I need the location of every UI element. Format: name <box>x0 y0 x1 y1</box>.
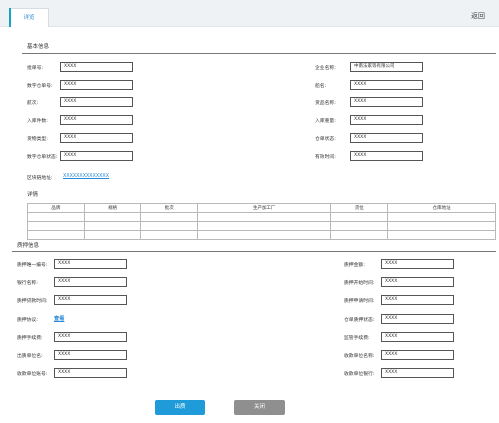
close-button[interactable]: 关闭 <box>234 400 285 415</box>
pledge-left-label-3: 质押协议: <box>17 318 38 323</box>
pledge-right-label-6: 收款单位银行: <box>344 372 375 377</box>
basic-right-field-4[interactable]: XXXX <box>350 133 423 143</box>
back-link[interactable]: 返回 <box>471 11 485 21</box>
pledge-left-field-2[interactable]: XXXX <box>54 295 127 305</box>
detail-header-4: 货位 <box>330 203 389 213</box>
chain-address-label: 区块链地址: <box>27 176 53 181</box>
basic-right-label-4: 仓单状态: <box>315 137 336 142</box>
basic-right-field-1[interactable]: XXXX <box>350 80 423 90</box>
detail-title: 详情 <box>27 192 39 198</box>
basic-left-field-2[interactable]: XXXX <box>60 97 133 107</box>
basic-right-label-3: 入库重量: <box>315 119 336 124</box>
basic-left-label-5: 数字仓单状态: <box>27 155 58 160</box>
table-cell <box>197 212 332 222</box>
pledge-left-label-5: 出质单位名: <box>17 354 43 359</box>
table-cell <box>387 221 496 231</box>
basic-left-field-0[interactable]: XXXX <box>60 62 133 72</box>
detail-header-2: 批次 <box>140 203 199 213</box>
table-row <box>27 230 496 240</box>
tab-detail[interactable]: 详览 <box>9 8 49 27</box>
detail-header-1: 规格 <box>83 203 142 213</box>
pledge-right-label-2: 质押申请时间: <box>344 299 375 304</box>
pledge-right-field-4[interactable]: XXXX <box>381 332 454 342</box>
basic-left-label-2: 航次: <box>27 101 39 106</box>
table-cell <box>197 221 332 231</box>
table-cell <box>27 221 85 231</box>
basic-right-field-0[interactable]: 中南法家等有限公司 <box>350 62 423 72</box>
pledge-left-label-4: 质押手续费: <box>17 336 43 341</box>
table-cell <box>140 212 199 222</box>
pledge-left-label-1: 银行名称: <box>17 281 38 286</box>
table-cell <box>197 230 332 240</box>
table-cell <box>330 212 389 222</box>
chain-address-link[interactable]: XXXXXXXXXXXXXX <box>63 174 109 179</box>
pledge-right-label-4: 监管手续费: <box>344 336 370 341</box>
pledge-right-label-5: 收款单位名称: <box>344 354 375 359</box>
table-cell <box>27 230 85 240</box>
basic-left-field-1[interactable]: XXXX <box>60 80 133 90</box>
basic-left-label-3: 入库件数: <box>27 119 48 124</box>
table-cell <box>330 230 389 240</box>
detail-header-5: 仓库地址 <box>387 203 496 213</box>
basic-right-field-2[interactable]: XXXX <box>350 97 423 107</box>
top-bar: 详览 返回 <box>0 0 499 27</box>
pledge-right-label-0: 质押金额: <box>344 263 365 268</box>
table-row <box>27 221 496 231</box>
basic-right-label-5: 有效时间: <box>315 155 336 160</box>
pledge-right-label-1: 质押开始时间: <box>344 281 375 286</box>
pledge-right-field-2[interactable]: XXXX <box>381 295 454 305</box>
pledge-left-field-0[interactable]: XXXX <box>54 259 127 269</box>
basic-left-label-0: 批单号: <box>27 66 44 71</box>
table-cell <box>387 212 496 222</box>
pledge-right-field-0[interactable]: XXXX <box>381 259 454 269</box>
detail-header-0: 品牌 <box>27 203 85 213</box>
pledge-left-label-2: 质押贷款时间: <box>17 299 48 304</box>
pledge-right-field-1[interactable]: XXXX <box>381 277 454 287</box>
basic-right-label-0: 企业名称: <box>315 66 336 71</box>
pledge-right-label-3: 仓单质押状态: <box>344 318 375 323</box>
pledge-left-label-6: 收款单位账号: <box>17 372 48 377</box>
pledge-left-field-4[interactable]: XXXX <box>54 332 127 342</box>
detail-table: 品牌 规格 批次 生产加工厂 货位 仓库地址 <box>27 203 496 240</box>
basic-left-field-5[interactable]: XXXX <box>60 151 133 161</box>
basic-right-field-3[interactable]: XXXX <box>350 115 423 125</box>
table-cell <box>140 221 199 231</box>
table-cell <box>387 230 496 240</box>
detail-header-3: 生产加工厂 <box>197 203 332 213</box>
basic-right-label-1: 船名: <box>315 84 327 89</box>
pledge-agreement-view-link[interactable]: 查看 <box>54 315 64 322</box>
pledge-right-field-6[interactable]: XXXX <box>381 368 454 378</box>
pledge-right-field-3[interactable]: XXXX <box>381 314 454 324</box>
pledge-left-field-1[interactable]: XXXX <box>54 277 127 287</box>
basic-right-field-5[interactable]: XXXX <box>350 151 423 161</box>
table-cell <box>27 212 85 222</box>
pledge-right-field-5[interactable]: XXXX <box>381 350 454 360</box>
pledge-left-field-5[interactable]: XXXX <box>54 350 127 360</box>
basic-left-label-4: 货物类型: <box>27 137 48 142</box>
basic-info-divider <box>22 53 496 54</box>
basic-info-title: 基本信息 <box>27 44 50 50</box>
basic-left-field-3[interactable]: XXXX <box>60 115 133 125</box>
table-cell <box>140 230 199 240</box>
table-cell <box>330 221 389 231</box>
table-cell <box>83 230 142 240</box>
pledge-info-title: 质押信息 <box>17 243 40 249</box>
basic-left-label-1: 数字仓单号: <box>27 84 53 89</box>
table-cell <box>83 221 142 231</box>
table-cell <box>83 212 142 222</box>
pledge-info-divider <box>12 251 496 252</box>
table-row <box>27 212 496 222</box>
pledge-button[interactable]: 出质 <box>155 400 205 415</box>
basic-left-field-4[interactable]: XXXX <box>60 133 133 143</box>
basic-right-label-2: 货品名称: <box>315 101 336 106</box>
pledge-left-field-6[interactable]: XXXX <box>54 368 127 378</box>
pledge-left-label-0: 质押唯一编号: <box>17 263 48 268</box>
